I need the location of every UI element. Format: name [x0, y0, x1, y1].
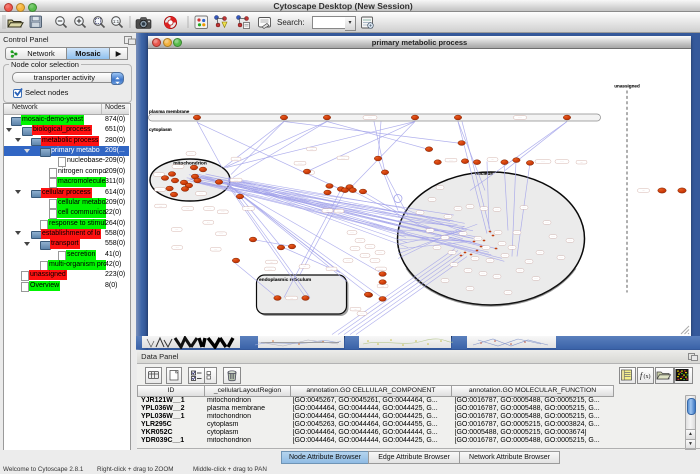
- svg-text:····: ····: [551, 235, 554, 238]
- svg-text:····: ····: [158, 188, 161, 191]
- svg-text:····: ····: [330, 267, 333, 270]
- svg-text:····: ····: [510, 246, 513, 249]
- svg-text:····: ····: [518, 269, 521, 272]
- svg-text:····: ····: [159, 204, 162, 207]
- svg-text:····: ····: [503, 254, 506, 257]
- svg-text:····: ····: [207, 221, 210, 224]
- svg-text:(x): (x): [644, 373, 651, 380]
- svg-text:····: ····: [534, 277, 537, 280]
- svg-text:····: ····: [449, 159, 452, 162]
- svg-text:····: ····: [642, 189, 645, 192]
- svg-text:····: ····: [481, 272, 484, 275]
- svg-text:····: ····: [495, 275, 498, 278]
- svg-text:····: ····: [368, 245, 371, 248]
- svg-text:····: ····: [176, 165, 179, 168]
- svg-text:····: ····: [568, 239, 571, 242]
- svg-text:····: ····: [443, 279, 446, 282]
- svg-text:····: ····: [354, 308, 357, 311]
- svg-text:····: ····: [515, 231, 518, 234]
- svg-text:····: ····: [461, 232, 464, 235]
- svg-text:····: ····: [466, 269, 469, 272]
- svg-text:····: ····: [450, 251, 453, 254]
- svg-text:····: ····: [346, 259, 349, 262]
- svg-text:····: ····: [247, 207, 250, 210]
- svg-text:plasma membrane: plasma membrane: [149, 109, 190, 114]
- svg-text:····: ····: [527, 260, 530, 263]
- svg-text:····: ····: [303, 265, 306, 268]
- svg-text:····: ····: [268, 267, 271, 270]
- svg-text:····: ····: [522, 206, 525, 209]
- svg-text:····: ····: [438, 186, 441, 189]
- svg-text:····: ····: [482, 207, 485, 210]
- svg-text:····: ····: [234, 157, 237, 160]
- svg-text:····: ····: [234, 178, 237, 181]
- svg-text:cytoplasm: cytoplasm: [149, 127, 172, 132]
- svg-text:1:1: 1:1: [113, 19, 120, 24]
- svg-text:····: ····: [379, 267, 382, 270]
- svg-text:····: ····: [219, 232, 222, 235]
- svg-text:····: ····: [580, 161, 583, 164]
- svg-text:····: ····: [368, 116, 371, 119]
- svg-text:····: ····: [446, 215, 449, 218]
- svg-text:····: ····: [350, 231, 353, 234]
- svg-text:····: ····: [199, 192, 202, 195]
- svg-text:····: ····: [378, 251, 381, 254]
- svg-text:····: ····: [363, 254, 366, 257]
- svg-text:····: ····: [358, 239, 361, 242]
- svg-text:····: ····: [452, 263, 455, 266]
- svg-text:····: ····: [495, 208, 498, 211]
- svg-text:····: ····: [443, 236, 446, 239]
- svg-text:····: ····: [157, 173, 160, 176]
- svg-text:····: ····: [418, 211, 421, 214]
- svg-text:····: ····: [373, 259, 376, 262]
- svg-text:····: ····: [468, 287, 471, 290]
- svg-text:····: ····: [176, 246, 179, 249]
- svg-text:····: ····: [484, 246, 487, 249]
- svg-text:····: ····: [381, 284, 384, 287]
- svg-text:····: ····: [353, 247, 356, 250]
- svg-text:····: ····: [430, 198, 433, 201]
- svg-text:····: ····: [538, 251, 541, 254]
- svg-text:····: ····: [298, 162, 301, 165]
- svg-text:····: ····: [326, 209, 329, 212]
- svg-text:endoplasmic reticulum: endoplasmic reticulum: [259, 277, 311, 283]
- svg-text:····: ····: [473, 257, 476, 260]
- svg-text:····: ····: [559, 256, 562, 259]
- svg-text:····: ····: [221, 210, 224, 213]
- svg-text:····: ····: [560, 160, 563, 163]
- svg-text:····: ····: [189, 152, 192, 155]
- svg-text:····: ····: [175, 228, 178, 231]
- svg-text:····: ····: [500, 242, 503, 245]
- svg-text:····: ····: [310, 147, 313, 150]
- svg-text:····: ····: [506, 291, 509, 294]
- svg-text:····: ····: [491, 158, 494, 161]
- svg-text:····: ····: [541, 160, 544, 163]
- svg-text:····: ····: [488, 259, 491, 262]
- svg-text:····: ····: [456, 207, 459, 210]
- svg-text:····: ····: [360, 312, 363, 315]
- svg-text:····: ····: [428, 229, 431, 232]
- svg-text:····: ····: [468, 205, 471, 208]
- svg-text:····: ····: [207, 207, 210, 210]
- svg-text:····: ····: [476, 237, 479, 240]
- svg-text:····: ····: [435, 246, 438, 249]
- svg-text:····: ····: [186, 207, 189, 210]
- svg-text:····: ····: [518, 116, 521, 119]
- svg-text:····: ····: [290, 296, 293, 299]
- svg-text:····: ····: [496, 231, 499, 234]
- svg-text:····: ····: [337, 210, 340, 213]
- svg-text:····: ····: [341, 156, 344, 159]
- svg-text:····: ····: [214, 248, 217, 251]
- svg-text:····: ····: [270, 260, 273, 263]
- svg-text:unassigned: unassigned: [614, 83, 640, 88]
- svg-text:····: ····: [545, 221, 548, 224]
